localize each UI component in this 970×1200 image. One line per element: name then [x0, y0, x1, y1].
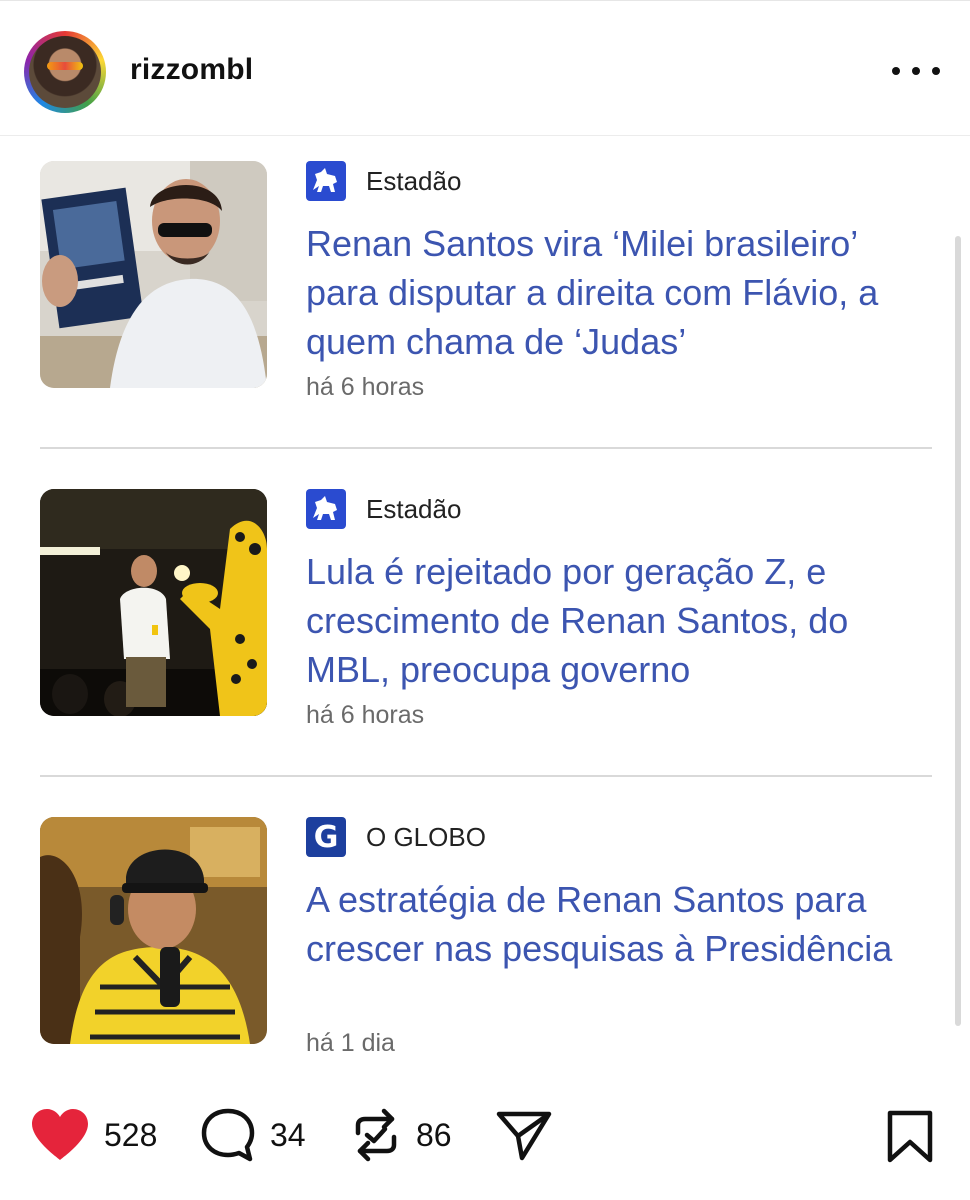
news-thumbnail[interactable] — [40, 489, 267, 716]
comment-bubble-icon — [201, 1108, 255, 1162]
news-source: G O GLOBO — [306, 817, 486, 857]
bookmark-icon — [887, 1110, 933, 1163]
news-thumbnail[interactable] — [40, 161, 267, 388]
send-icon — [496, 1111, 552, 1161]
more-horizontal-icon — [892, 67, 900, 75]
bookmark-button[interactable] — [886, 1110, 934, 1169]
estadao-horse-icon — [306, 489, 346, 529]
news-item[interactable]: Estadão Renan Santos vira ‘Milei brasile… — [40, 161, 932, 449]
username[interactable]: rizzombl — [130, 53, 253, 87]
post-header: rizzombl — [0, 0, 970, 136]
heart-icon — [32, 1109, 88, 1160]
post-card: rizzombl Estadão Renan Santos vira ‘Mile… — [0, 0, 970, 1200]
news-item[interactable]: Estadão Lula é rejeitado por geração Z, … — [40, 489, 932, 777]
source-name: Estadão — [366, 165, 462, 196]
news-source: Estadão — [306, 161, 461, 201]
news-headline[interactable]: A estratégia de Renan Santos para cresce… — [306, 875, 936, 973]
comment-button[interactable]: 34 — [200, 1100, 306, 1170]
news-headline[interactable]: Lula é rejeitado por geração Z, e cresci… — [306, 547, 936, 694]
globo-g-icon: G — [306, 817, 346, 857]
news-item[interactable]: G O GLOBO A estratégia de Renan Santos p… — [40, 817, 932, 1062]
comment-count: 34 — [270, 1116, 306, 1153]
news-timestamp: há 6 horas — [306, 701, 425, 729]
avatar[interactable] — [24, 31, 106, 113]
source-name: Estadão — [366, 493, 462, 524]
repost-button[interactable]: 86 — [350, 1100, 452, 1170]
news-thumbnail[interactable] — [40, 817, 267, 1044]
news-timestamp: há 1 dia — [306, 1029, 395, 1057]
share-button[interactable] — [496, 1100, 552, 1170]
news-source: Estadão — [306, 489, 461, 529]
source-name: O GLOBO — [366, 821, 486, 852]
more-options-button[interactable] — [892, 59, 940, 83]
post-actions: 528 34 86 — [0, 1100, 970, 1180]
news-headline[interactable]: Renan Santos vira ‘Milei brasileiro’ par… — [306, 219, 936, 366]
estadao-horse-icon — [306, 161, 346, 201]
repost-count: 86 — [416, 1116, 452, 1153]
repost-icon — [355, 1108, 397, 1162]
like-count: 528 — [104, 1116, 158, 1153]
scrollbar[interactable] — [955, 236, 961, 1026]
like-button[interactable]: 528 — [30, 1100, 157, 1170]
news-timestamp: há 6 horas — [306, 373, 425, 401]
